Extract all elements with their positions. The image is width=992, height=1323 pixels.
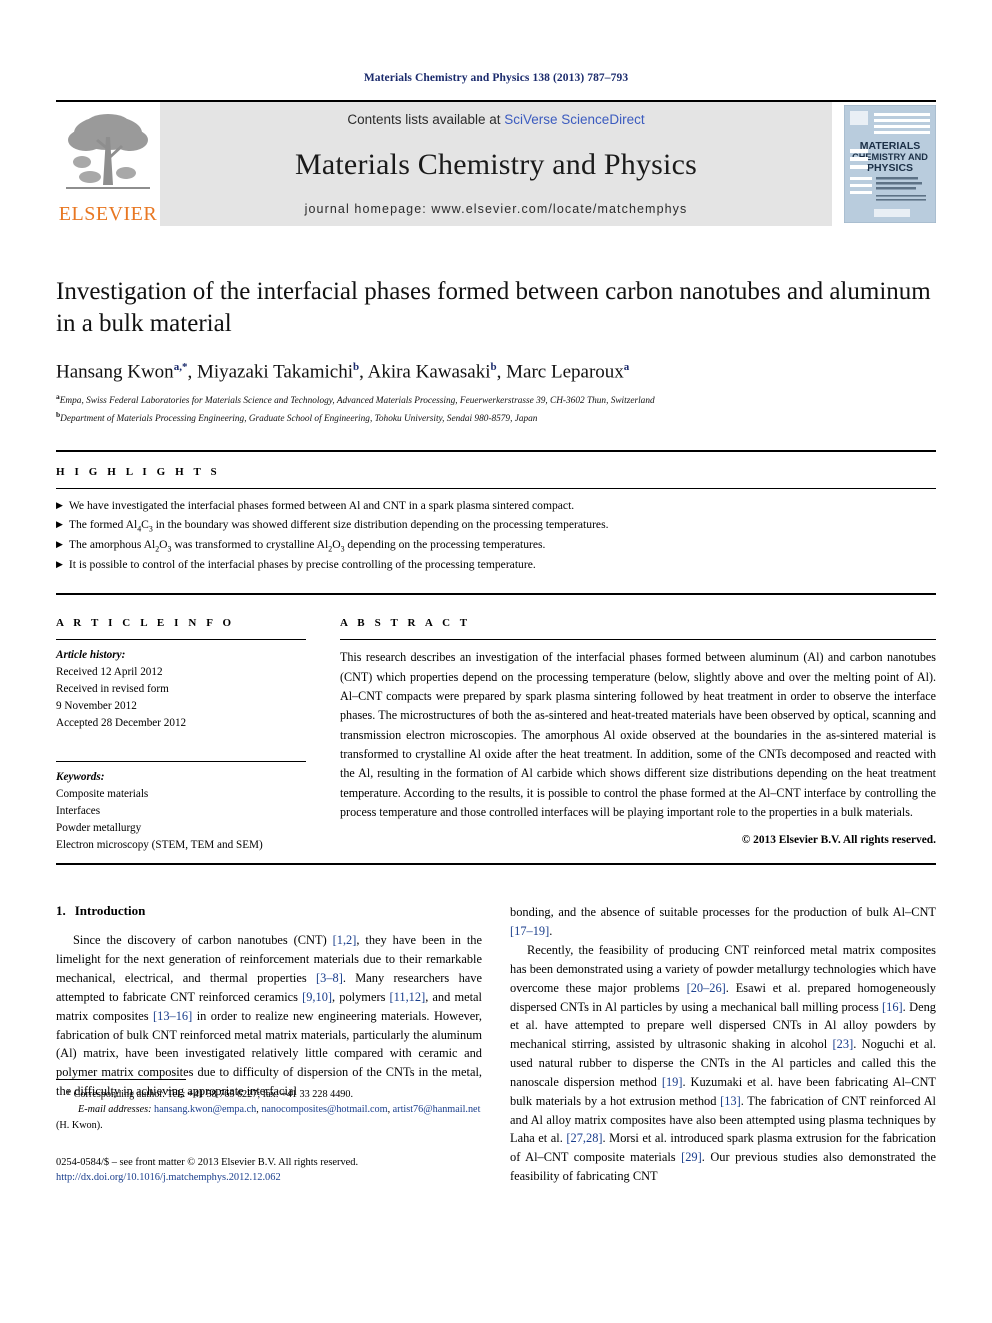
affiliation-text-a: Empa, Swiss Federal Laboratories for Mat… bbox=[59, 396, 655, 407]
history-line: 9 November 2012 bbox=[56, 700, 137, 713]
elsevier-wordmark: ELSEVIER bbox=[58, 203, 158, 225]
article-history-label: Article history: bbox=[56, 649, 126, 662]
svg-text:PHYSICS: PHYSICS bbox=[867, 162, 913, 174]
article-info-column: A R T I C L E I N F O Article history: R… bbox=[56, 617, 306, 854]
keyword-item: Interfaces bbox=[56, 805, 101, 818]
journal-masthead: ELSEVIER Contents lists available at Sci… bbox=[56, 100, 936, 226]
bullet-arrow-icon: ▶ bbox=[56, 539, 63, 550]
corresponding-author-note: * Corresponding author. Tel.: +41 58 765… bbox=[66, 1088, 354, 1100]
highlight-text: The amorphous Al2O3 was transformed to c… bbox=[68, 538, 546, 554]
elsevier-tree-icon bbox=[60, 107, 156, 203]
affiliation-b: bDepartment of Materials Processing Engi… bbox=[56, 410, 936, 427]
section-title: Introduction bbox=[74, 903, 146, 919]
email-addresses-note: E-mail addresses: hansang.kwon@empa.ch, … bbox=[56, 1104, 481, 1131]
list-item: ▶ We have investigated the interfacial p… bbox=[56, 497, 936, 516]
affiliation-text-b: Department of Materials Processing Engin… bbox=[60, 413, 538, 424]
highlight-text: We have investigated the interfacial pha… bbox=[68, 499, 575, 513]
list-item: ▶ It is possible to control of the inter… bbox=[56, 556, 936, 575]
contents-prefix: Contents lists available at bbox=[347, 112, 505, 127]
info-and-abstract: A R T I C L E I N F O Article history: R… bbox=[56, 617, 936, 854]
section-heading-introduction: 1. Introduction bbox=[56, 903, 482, 919]
highlights-section: H I G H L I G H T S ▶ We have investigat… bbox=[56, 450, 936, 575]
footnote-divider bbox=[56, 1078, 186, 1080]
keyword-item: Electron microscopy (STEM, TEM and SEM) bbox=[56, 839, 263, 852]
highlight-text: It is possible to control of the interfa… bbox=[68, 558, 536, 572]
doi-link[interactable]: http://dx.doi.org/10.1016/j.matchemphys.… bbox=[56, 1170, 482, 1186]
history-line: Received 12 April 2012 bbox=[56, 666, 163, 679]
keywords-block: Keywords: Composite materials Interfaces… bbox=[56, 769, 306, 854]
body-column-left: 1. Introduction Since the discovery of ca… bbox=[56, 903, 482, 1186]
journal-band: Contents lists available at SciVerse Sci… bbox=[160, 102, 832, 226]
keyword-item: Composite materials bbox=[56, 788, 149, 801]
abstract-heading: A B S T R A C T bbox=[340, 617, 471, 630]
paragraph: Recently, the feasibility of producing C… bbox=[510, 943, 936, 1184]
keywords-label: Keywords: bbox=[56, 771, 105, 784]
list-item: ▶ The formed Al4C3 in the boundary was s… bbox=[56, 516, 936, 536]
highlights-heading: H I G H L I G H T S bbox=[56, 466, 221, 479]
article-info-heading: A R T I C L E I N F O bbox=[56, 617, 235, 630]
journal-title: Materials Chemistry and Physics bbox=[295, 147, 697, 181]
history-line: Accepted 28 December 2012 bbox=[56, 717, 187, 730]
section-number: 1. bbox=[56, 903, 66, 919]
footnote-block: * Corresponding author. Tel.: +41 58 765… bbox=[56, 1078, 482, 1186]
highlights-list: ▶ We have investigated the interfacial p… bbox=[56, 497, 936, 575]
journal-homepage-link[interactable]: journal homepage: www.elsevier.com/locat… bbox=[305, 202, 688, 216]
bullet-arrow-icon: ▶ bbox=[56, 500, 63, 511]
abstract-text: This research describes an investigation… bbox=[340, 650, 936, 819]
paper-page: Materials Chemistry and Physics 138 (201… bbox=[0, 0, 992, 1323]
history-line: Received in revised form bbox=[56, 683, 169, 696]
imprint-line: 0254-0584/$ – see front matter © 2013 El… bbox=[56, 1156, 359, 1168]
author-list: Hansang Kwona,*, Miyazaki Takamichib, Ak… bbox=[56, 361, 630, 383]
list-item: ▶ The amorphous Al2O3 was transformed to… bbox=[56, 536, 936, 556]
paragraph: Since the discovery of carbon nanotubes … bbox=[56, 933, 482, 1099]
body-columns: 1. Introduction Since the discovery of ca… bbox=[56, 903, 936, 1186]
page-title: Investigation of the interfacial phases … bbox=[56, 278, 931, 337]
contents-available-line: Contents lists available at SciVerse Sci… bbox=[347, 112, 644, 127]
bullet-arrow-icon: ▶ bbox=[56, 519, 63, 530]
abstract-copyright: © 2013 Elsevier B.V. All rights reserved… bbox=[741, 834, 936, 847]
article-history: Article history: Received 12 April 2012 … bbox=[56, 647, 306, 732]
highlight-text: The formed Al4C3 in the boundary was sho… bbox=[68, 518, 609, 534]
elsevier-logo: ELSEVIER bbox=[56, 102, 160, 226]
affiliation-a: aEmpa, Swiss Federal Laboratories for Ma… bbox=[56, 392, 936, 409]
sciencedirect-link[interactable]: SciVerse ScienceDirect bbox=[504, 112, 644, 127]
svg-text:MATERIALS: MATERIALS bbox=[860, 140, 920, 152]
title-block: Investigation of the interfacial phases … bbox=[56, 276, 936, 426]
body-column-right: bonding, and the absence of suitable pro… bbox=[510, 903, 936, 1186]
bullet-arrow-icon: ▶ bbox=[56, 559, 63, 570]
paragraph: bonding, and the absence of suitable pro… bbox=[510, 905, 936, 939]
running-head: Materials Chemistry and Physics 138 (201… bbox=[363, 72, 629, 84]
keyword-item: Powder metallurgy bbox=[56, 822, 142, 835]
journal-cover-thumbnail: MATERIALS CHEMISTRY AND PHYSICS bbox=[832, 102, 936, 226]
abstract-column: A B S T R A C T This research describes … bbox=[340, 617, 936, 854]
